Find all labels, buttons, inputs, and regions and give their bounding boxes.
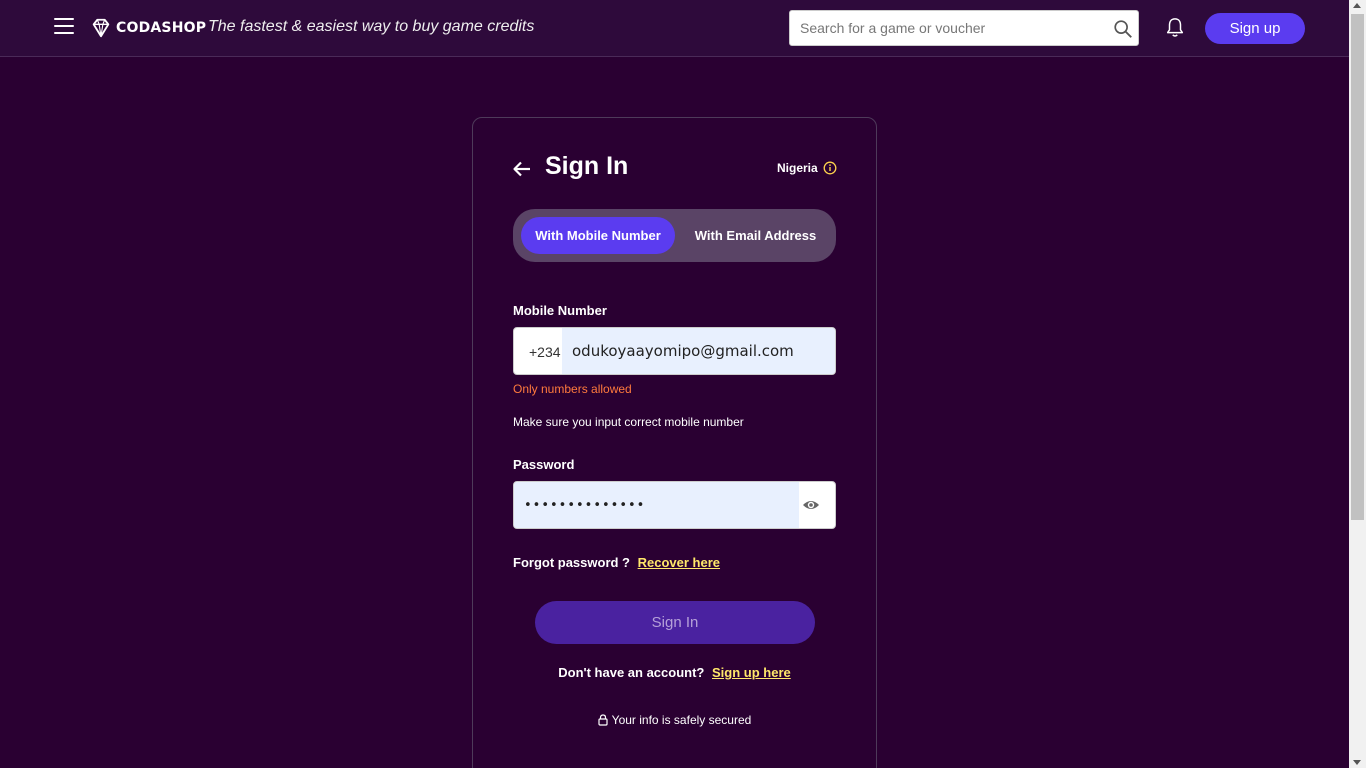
password-field	[513, 481, 836, 529]
scroll-up-arrow-icon[interactable]	[1353, 3, 1361, 8]
scroll-down-arrow-icon[interactable]	[1353, 760, 1361, 765]
country-code-prefix: +234	[529, 344, 561, 360]
password-input[interactable]	[514, 482, 799, 528]
mobile-number-field: +234	[513, 327, 836, 375]
page-scrollbar[interactable]	[1349, 0, 1366, 768]
tab-email-address[interactable]: With Email Address	[683, 217, 828, 254]
brand-name: CODASHOP	[116, 20, 207, 36]
no-account-row: Don't have an account? Sign up here	[473, 665, 876, 680]
search-icon[interactable]	[1112, 18, 1134, 40]
signin-card: Sign In Nigeria With Mobile Number With …	[472, 117, 877, 768]
mobile-number-input[interactable]	[562, 328, 835, 374]
country-indicator[interactable]: Nigeria	[777, 161, 837, 175]
forgot-password-text: Forgot password ?	[513, 555, 630, 570]
mobile-hint-text: Make sure you input correct mobile numbe…	[513, 415, 744, 429]
country-label: Nigeria	[777, 161, 818, 175]
signin-method-tabs: With Mobile Number With Email Address	[513, 209, 836, 262]
lock-icon	[598, 714, 608, 726]
signin-submit-button[interactable]: Sign In	[535, 601, 815, 644]
no-account-text: Don't have an account?	[558, 665, 705, 680]
info-icon[interactable]	[823, 161, 837, 175]
secure-info-text: Your info is safely secured	[611, 713, 752, 727]
notification-bell-icon[interactable]	[1164, 16, 1186, 40]
secure-info-row: Your info is safely secured	[473, 713, 876, 727]
scroll-thumb[interactable]	[1351, 14, 1364, 520]
recover-here-link[interactable]: Recover here	[638, 555, 720, 570]
show-password-eye-icon[interactable]	[802, 497, 820, 513]
header-signup-button[interactable]: Sign up	[1205, 13, 1305, 44]
tab-mobile-number[interactable]: With Mobile Number	[521, 217, 675, 254]
diamond-logo-icon	[92, 18, 110, 38]
mobile-error-message: Only numbers allowed	[513, 382, 632, 396]
search-box	[789, 10, 1139, 46]
back-arrow-icon[interactable]	[512, 159, 532, 179]
top-header: CODASHOP The fastest & easiest way to bu…	[0, 0, 1349, 57]
mobile-number-label: Mobile Number	[513, 303, 607, 318]
forgot-password-row: Forgot password ? Recover here	[513, 555, 720, 570]
signup-here-link[interactable]: Sign up here	[712, 665, 791, 680]
password-label: Password	[513, 457, 575, 472]
hamburger-menu-icon[interactable]	[54, 18, 74, 36]
page-title: Sign In	[545, 152, 629, 180]
tagline: The fastest & easiest way to buy game cr…	[208, 18, 535, 35]
search-input[interactable]	[790, 11, 1110, 45]
codashop-logo[interactable]: CODASHOP	[90, 16, 206, 40]
